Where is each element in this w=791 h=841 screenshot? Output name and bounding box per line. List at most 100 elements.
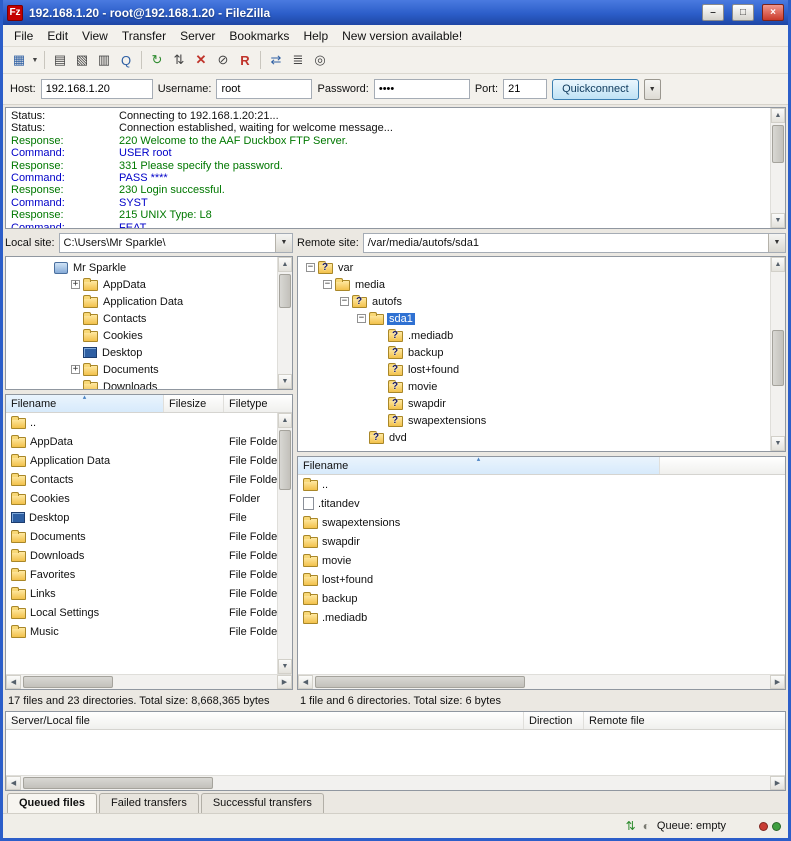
reconnect-icon[interactable]: R [234,49,256,71]
tab-successful-transfers[interactable]: Successful transfers [201,793,324,813]
tree-item-movie[interactable]: ? movie [300,378,768,395]
cancel-icon[interactable]: ✕ [190,49,212,71]
scroll-left-icon[interactable]: ◀ [6,675,21,689]
file-row[interactable]: .. [6,413,292,432]
tree-item-dvd[interactable]: ? dvd [300,429,768,446]
queue-hscrollbar[interactable]: ◀ ▶ [6,775,785,790]
directory-comparison-icon[interactable]: ⇄ [265,49,287,71]
quickconnect-button[interactable]: Quickconnect [552,79,639,100]
scroll-up-icon[interactable]: ▲ [771,108,785,123]
port-input[interactable] [503,79,547,99]
scroll-right-icon[interactable]: ▶ [770,776,785,790]
tree-item-autofs[interactable]: − ? autofs [300,293,768,310]
tab-failed-transfers[interactable]: Failed transfers [99,793,199,813]
toggle-local-treeview-icon[interactable]: ▧ [71,49,93,71]
scroll-up-icon[interactable]: ▲ [278,413,292,428]
chevron-down-icon[interactable]: ▼ [768,234,785,252]
remote-tree-scrollbar[interactable]: ▲ ▼ [770,257,785,451]
remote-list-hscrollbar[interactable]: ◀ ▶ [298,674,785,689]
file-row[interactable]: AppData File Folder [6,432,292,451]
refresh-icon[interactable]: ↻ [146,49,168,71]
file-row[interactable]: backup [298,589,785,608]
menu-view[interactable]: View [75,27,115,45]
scroll-left-icon[interactable]: ◀ [6,776,21,790]
file-row[interactable]: Application Data File Folder [6,451,292,470]
column-header-server-local-file[interactable]: Server/Local file [6,712,524,729]
tree-item-mediadb[interactable]: ? .mediadb [300,327,768,344]
file-row[interactable]: Contacts File Folder [6,470,292,489]
column-header-filename[interactable]: ▴ Filename [298,457,660,474]
file-row[interactable]: Desktop File [6,508,292,527]
file-row[interactable]: .titandev [298,494,785,513]
scroll-down-icon[interactable]: ▼ [278,659,292,674]
toggle-message-log-icon[interactable]: ▤ [49,49,71,71]
file-row[interactable]: Cookies Folder [6,489,292,508]
menu-new-version[interactable]: New version available! [335,27,469,45]
collapse-minus-icon[interactable]: − [357,314,366,323]
tree-item-application-data[interactable]: Application Data [8,293,275,310]
column-header-filetype[interactable]: Filetype [224,395,292,412]
password-input[interactable] [374,79,470,99]
maximize-button[interactable]: □ [732,4,754,21]
collapse-minus-icon[interactable]: − [340,297,349,306]
tree-item-swapdir[interactable]: ? swapdir [300,395,768,412]
file-row[interactable]: swapextensions [298,513,785,532]
scroll-right-icon[interactable]: ▶ [770,675,785,689]
file-row[interactable]: .. [298,475,785,494]
site-manager-dropdown-icon[interactable]: ▼ [30,49,40,71]
file-row[interactable]: lost+found [298,570,785,589]
tree-item-mr-sparkle[interactable]: Mr Sparkle [8,259,275,276]
file-row[interactable]: .mediadb [298,608,785,627]
scroll-up-icon[interactable]: ▲ [278,257,292,272]
file-row[interactable]: Favorites File Folder [6,565,292,584]
tree-item-downloads[interactable]: Downloads [8,378,275,390]
menu-transfer[interactable]: Transfer [115,27,173,45]
menu-edit[interactable]: Edit [40,27,75,45]
tree-item-swapextensions[interactable]: ? swapextensions [300,412,768,429]
column-header-direction[interactable]: Direction [524,712,584,729]
scroll-left-icon[interactable]: ◀ [298,675,313,689]
process-queue-icon[interactable]: ⇅ [168,49,190,71]
collapse-minus-icon[interactable]: − [306,263,315,272]
collapse-minus-icon[interactable]: − [323,280,332,289]
file-row[interactable]: Documents File Folder [6,527,292,546]
column-header-remote-file[interactable]: Remote file [584,712,785,729]
menu-file[interactable]: File [7,27,40,45]
local-list-scrollbar[interactable]: ▲ ▼ [277,413,292,674]
chevron-down-icon[interactable]: ▼ [275,234,292,252]
local-list-hscrollbar[interactable]: ◀ ▶ [6,674,292,689]
synchronized-browsing-icon[interactable]: ≣ [287,49,309,71]
toggle-queue-icon[interactable]: Q [115,49,137,71]
file-row[interactable]: Music File Folder [6,622,292,641]
username-input[interactable] [216,79,312,99]
host-input[interactable] [41,79,153,99]
scroll-right-icon[interactable]: ▶ [277,675,292,689]
remote-site-combo[interactable]: /var/media/autofs/sda1 ▼ [363,233,786,253]
tree-item-lost-found[interactable]: ? lost+found [300,361,768,378]
toggle-remote-treeview-icon[interactable]: ▥ [93,49,115,71]
tree-item-contacts[interactable]: Contacts [8,310,275,327]
log-scrollbar[interactable]: ▲ ▼ [770,108,785,228]
tree-item-var[interactable]: − ? var [300,259,768,276]
scroll-down-icon[interactable]: ▼ [278,374,292,389]
menu-help[interactable]: Help [296,27,335,45]
tree-item-desktop[interactable]: Desktop [8,344,275,361]
scroll-down-icon[interactable]: ▼ [771,213,785,228]
title-bar[interactable]: Fz 192.168.1.20 - root@192.168.1.20 - Fi… [3,0,788,25]
tree-item-documents[interactable]: + Documents [8,361,275,378]
tree-item-sda1[interactable]: − sda1 [300,310,768,327]
file-row[interactable]: Local Settings File Folder [6,603,292,622]
file-row[interactable]: Links File Folder [6,584,292,603]
expand-plus-icon[interactable]: + [71,365,80,374]
site-manager-icon[interactable]: ▦ [8,49,30,71]
menu-server[interactable]: Server [173,27,222,45]
tree-item-backup[interactable]: ? backup [300,344,768,361]
disconnect-icon[interactable]: ⊘ [212,49,234,71]
scroll-down-icon[interactable]: ▼ [771,436,785,451]
file-row[interactable]: movie [298,551,785,570]
tree-item-cookies[interactable]: Cookies [8,327,275,344]
file-row[interactable]: Downloads File Folder [6,546,292,565]
find-files-icon[interactable]: ◎ [309,49,331,71]
file-row[interactable]: swapdir [298,532,785,551]
minimize-button[interactable]: – [702,4,724,21]
